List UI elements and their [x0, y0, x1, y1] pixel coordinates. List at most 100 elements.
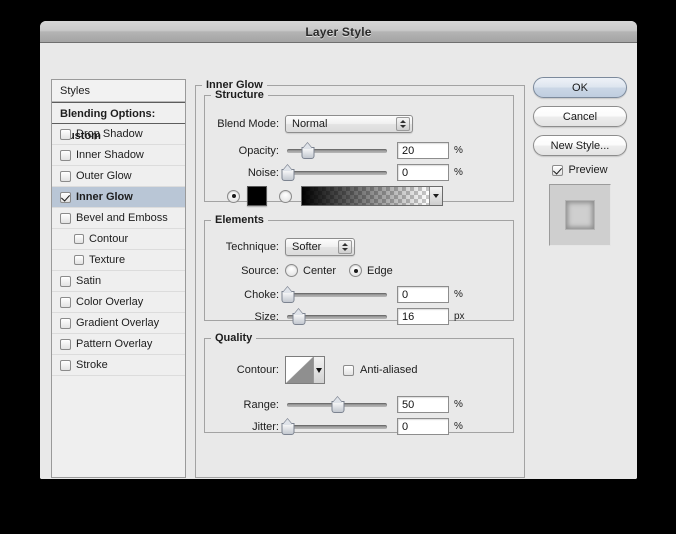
opacity-label: Opacity: [238, 144, 279, 157]
sidebar-item-satin[interactable]: Satin [52, 271, 185, 292]
gradient-picker[interactable] [301, 186, 443, 206]
sidebar-item-contour[interactable]: Contour [52, 229, 185, 250]
style-preview-thumbnail [549, 184, 611, 246]
noise-slider-track [287, 170, 387, 175]
ok-button[interactable]: OK [533, 77, 627, 98]
size-slider[interactable] [287, 310, 387, 325]
preview-checkbox[interactable] [552, 164, 564, 176]
jitter-slider-track [287, 424, 387, 429]
noise-slider-thumb[interactable] [281, 166, 295, 181]
effect-checkbox[interactable] [60, 212, 71, 224]
preview-label: Preview [568, 164, 608, 176]
glow-fill-row [227, 186, 507, 206]
dialog-body: Styles Blending Options: Custom Drop Sha… [40, 43, 637, 479]
sidebar-item-gradient-overlay[interactable]: Gradient Overlay [52, 313, 185, 334]
choke-unit: % [454, 289, 463, 300]
styles-sidebar: Styles Blending Options: Custom Drop Sha… [51, 79, 186, 478]
opacity-input[interactable]: 20 [397, 142, 449, 159]
effect-checkbox[interactable] [60, 170, 71, 182]
anti-aliased-checkbox[interactable] [343, 364, 354, 376]
sidebar-item-label: Satin [76, 275, 102, 287]
choke-input[interactable]: 0 [397, 286, 449, 303]
jitter-input[interactable]: 0 [397, 418, 449, 435]
sidebar-item-label: Outer Glow [76, 170, 132, 182]
jitter-label: Jitter: [252, 420, 279, 433]
effect-checkbox[interactable] [60, 149, 71, 161]
quality-group: Quality Contour: Anti-aliased Range: 50 … [204, 332, 514, 435]
range-slider-thumb[interactable] [331, 398, 345, 413]
sidebar-item-blending-options[interactable]: Blending Options: Custom [52, 102, 185, 142]
jitter-value: 0 [402, 420, 409, 433]
range-row: Range: 50 % [205, 396, 505, 413]
sidebar-item-label: Gradient Overlay [76, 317, 160, 329]
effect-checkbox[interactable] [60, 275, 71, 287]
opacity-value: 20 [402, 144, 415, 157]
sidebar-item-color-overlay[interactable]: Color Overlay [52, 292, 185, 313]
layer-style-dialog: Layer Style Styles Blending Options: Cus… [40, 21, 637, 479]
noise-slider[interactable] [281, 166, 387, 181]
effect-checkbox[interactable] [60, 128, 71, 140]
opacity-slider[interactable] [287, 144, 387, 159]
structure-group-title: Structure [215, 89, 264, 101]
noise-input[interactable]: 0 [397, 164, 449, 181]
new-style-button-label: New Style... [550, 139, 610, 152]
sidebar-item-label: Texture [89, 254, 126, 266]
solid-color-radio[interactable] [227, 189, 240, 203]
source-row: Source: Center Edge [205, 264, 505, 277]
effect-checkbox[interactable] [60, 191, 71, 203]
choke-slider-track [287, 292, 387, 297]
source-center-radio[interactable] [285, 264, 298, 277]
sidebar-item-pattern-overlay[interactable]: Pattern Overlay [52, 334, 185, 355]
range-value: 50 [402, 398, 415, 411]
sidebar-item-label: Pattern Overlay [76, 338, 153, 350]
choke-slider[interactable] [281, 288, 387, 303]
choke-slider-thumb[interactable] [281, 288, 295, 303]
size-unit: px [454, 311, 465, 322]
gradient-radio[interactable] [279, 189, 292, 203]
main-panel: Inner Glow Structure Blend Mode: Normal … [195, 79, 525, 478]
sidebar-item-inner-glow[interactable]: Inner Glow [52, 187, 185, 208]
chevron-down-icon[interactable] [429, 187, 442, 205]
jitter-row: Jitter: 0 % [205, 418, 505, 435]
source-edge-radio[interactable] [349, 264, 363, 277]
blend-mode-select[interactable]: Normal [285, 115, 413, 133]
dialog-titlebar[interactable]: Layer Style [40, 21, 637, 43]
effect-checkbox[interactable] [74, 234, 84, 244]
sidebar-item-inner-shadow[interactable]: Inner Shadow [52, 145, 185, 166]
effect-checkbox[interactable] [60, 359, 71, 371]
sidebar-item-bevel-and-emboss[interactable]: Bevel and Emboss [52, 208, 185, 229]
new-style-button[interactable]: New Style... [533, 135, 627, 156]
size-row: Size: 16 px [205, 308, 505, 325]
range-unit: % [454, 399, 463, 410]
glow-color-swatch[interactable] [247, 186, 267, 206]
sidebar-item-outer-glow[interactable]: Outer Glow [52, 166, 185, 187]
size-input[interactable]: 16 [397, 308, 449, 325]
range-label: Range: [243, 398, 279, 411]
preview-toggle-row[interactable]: Preview [533, 164, 627, 176]
effect-checkbox[interactable] [60, 317, 71, 329]
opacity-slider-thumb[interactable] [301, 144, 315, 159]
range-input[interactable]: 50 [397, 396, 449, 413]
sidebar-item-texture[interactable]: Texture [52, 250, 185, 271]
effect-checkbox[interactable] [74, 255, 84, 265]
size-value: 16 [402, 310, 415, 323]
jitter-slider-thumb[interactable] [281, 420, 295, 435]
effect-checkbox[interactable] [60, 296, 71, 308]
technique-row: Technique: Softer [205, 238, 505, 256]
structure-group: Structure Blend Mode: Normal Opacity: 20… [204, 89, 514, 206]
noise-label: Noise: [247, 166, 279, 179]
size-slider-thumb[interactable] [292, 310, 306, 325]
sidebar-item-styles[interactable]: Styles [52, 80, 185, 102]
sidebar-item-stroke[interactable]: Stroke [52, 355, 185, 376]
technique-select[interactable]: Softer [285, 238, 355, 256]
source-center-label: Center [303, 264, 337, 277]
chevron-down-icon[interactable] [313, 357, 324, 383]
contour-picker[interactable] [285, 356, 325, 384]
contour-row: Contour: Anti-aliased [205, 356, 505, 384]
jitter-slider[interactable] [281, 420, 387, 435]
effect-checkbox[interactable] [60, 338, 71, 350]
contour-curve-preview [286, 357, 313, 383]
range-slider[interactable] [287, 398, 387, 413]
sidebar-item-label: Bevel and Emboss [76, 212, 168, 224]
cancel-button[interactable]: Cancel [533, 106, 627, 127]
